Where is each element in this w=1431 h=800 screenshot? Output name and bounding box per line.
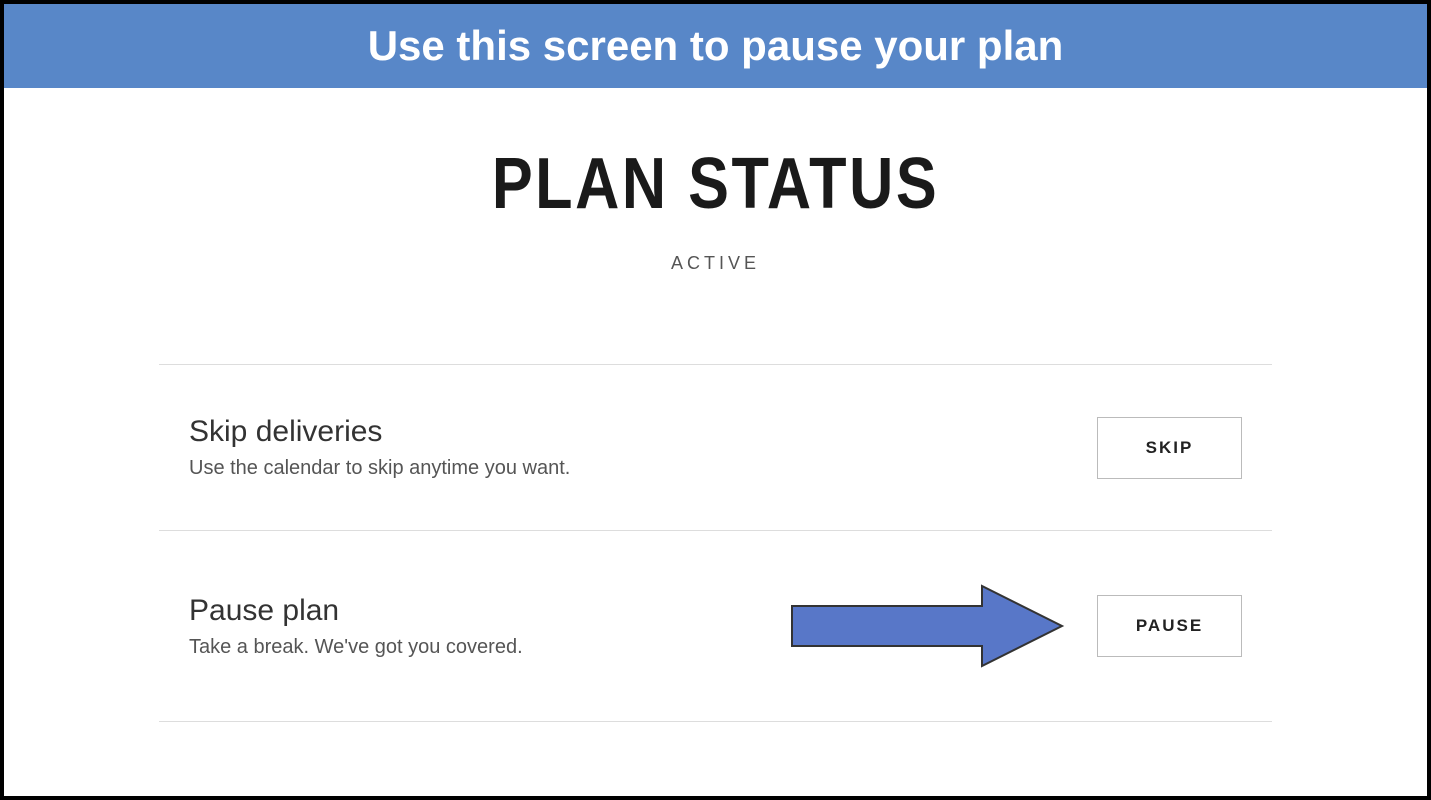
row-right: SKIP [1097,417,1242,479]
pause-description: Take a break. We've got you covered. [189,636,523,659]
skip-description: Use the calendar to skip anytime you wan… [189,457,570,480]
skip-deliveries-row: Skip deliveries Use the calendar to skip… [159,364,1272,530]
action-rows: Skip deliveries Use the calendar to skip… [159,364,1272,722]
pause-button[interactable]: PAUSE [1097,595,1242,657]
pause-title: Pause plan [189,594,523,628]
plan-status-label: ACTIVE [4,253,1427,274]
skip-button[interactable]: SKIP [1097,417,1242,479]
arrow-right-icon [787,581,1067,671]
instruction-banner: Use this screen to pause your plan [4,4,1427,88]
page-title: PLAN STATUS [111,143,1321,225]
row-text: Pause plan Take a break. We've got you c… [189,594,523,659]
skip-title: Skip deliveries [189,415,570,449]
app-frame: Use this screen to pause your plan PLAN … [0,0,1431,800]
row-right: PAUSE [787,581,1242,671]
main-content: PLAN STATUS ACTIVE Skip deliveries Use t… [4,88,1427,796]
pause-plan-row: Pause plan Take a break. We've got you c… [159,530,1272,722]
row-text: Skip deliveries Use the calendar to skip… [189,415,570,480]
